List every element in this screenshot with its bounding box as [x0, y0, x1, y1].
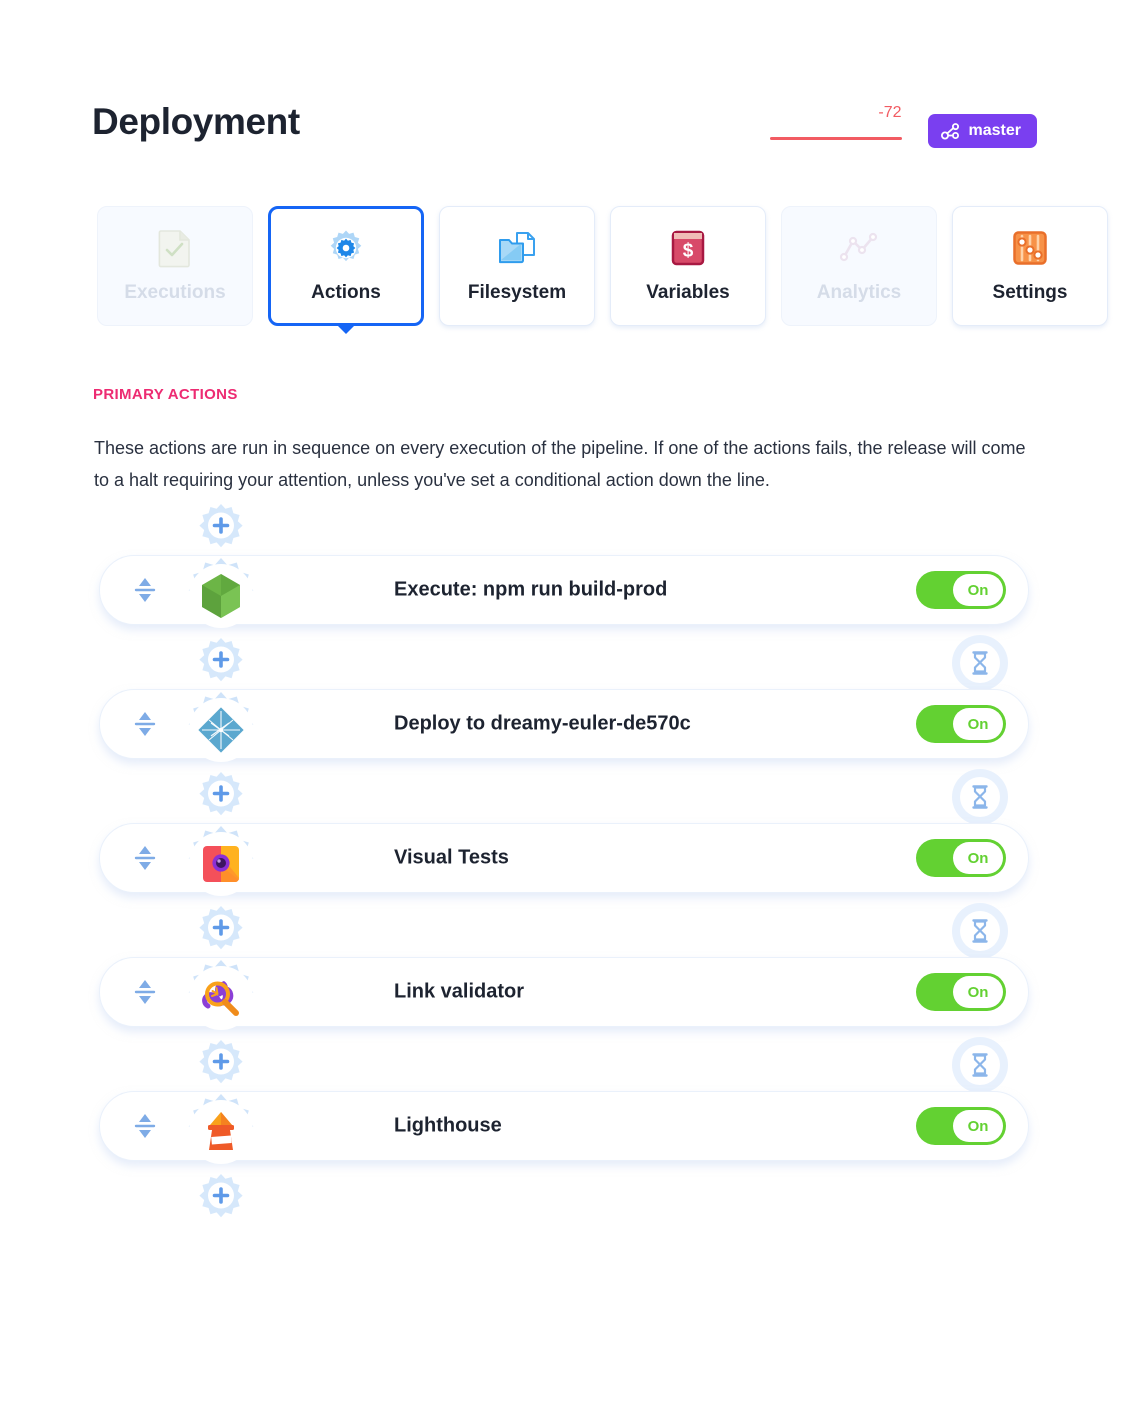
pipeline-connector [0, 1037, 1129, 1093]
hourglass-icon [960, 777, 1000, 817]
tab-settings[interactable]: Settings [952, 206, 1108, 326]
action-toggle[interactable]: On [916, 973, 1006, 1011]
drag-handle-icon[interactable] [132, 709, 158, 739]
drag-handle-icon[interactable] [132, 843, 158, 873]
tab-label: Variables [646, 282, 730, 303]
action-row: Visual Tests On [0, 823, 1129, 905]
tab-label: Settings [992, 282, 1068, 303]
branch-label: master [968, 122, 1021, 139]
document-check-icon [155, 228, 195, 268]
tab-label: Executions [124, 282, 226, 303]
add-action-button[interactable] [194, 1172, 248, 1226]
tab-executions[interactable]: Executions [97, 206, 253, 326]
dollar-window-icon: $ [668, 228, 708, 268]
action-row: Link validator On [0, 957, 1129, 1039]
tab-variables[interactable]: $ Variables [610, 206, 766, 326]
hourglass-icon [960, 1045, 1000, 1085]
action-icon-holder [180, 689, 262, 771]
action-label: Lighthouse [394, 1114, 502, 1137]
header-right-group: -72 master [769, 98, 1037, 148]
action-icon-holder [180, 957, 262, 1039]
action-toggle[interactable]: On [916, 1107, 1006, 1145]
actions-pipeline: Execute: npm run build-prod On Deploy to… [0, 503, 1129, 1225]
nodejs-hexagon-icon [190, 565, 252, 627]
action-icon-holder [180, 823, 262, 905]
action-icon-holder [180, 555, 262, 637]
tab-label: Actions [311, 282, 381, 303]
tab-label: Filesystem [467, 282, 567, 303]
wait-condition-button[interactable] [952, 769, 1008, 825]
action-row: Lighthouse On [0, 1091, 1129, 1173]
section-label: PRIMARY ACTIONS [93, 386, 238, 403]
action-label: Visual Tests [394, 846, 509, 869]
lighthouse-icon [190, 1101, 252, 1163]
pipeline-connector [0, 1173, 1129, 1225]
sliders-icon [1010, 228, 1050, 268]
action-row: Deploy to dreamy-euler-de570c On [0, 689, 1129, 771]
add-action-button[interactable] [194, 1038, 248, 1092]
tab-analytics[interactable]: Analytics [781, 206, 937, 326]
wait-condition-button[interactable] [952, 1037, 1008, 1093]
pipeline-connector [0, 503, 1129, 555]
tab-filesystem[interactable]: Filesystem [439, 206, 595, 326]
action-row: Execute: npm run build-prod On [0, 555, 1129, 637]
action-icon-holder [180, 1091, 262, 1173]
action-toggle[interactable]: On [916, 705, 1006, 743]
pipeline-connector [0, 903, 1129, 959]
drag-handle-icon[interactable] [132, 1111, 158, 1141]
svg-text:$: $ [683, 241, 694, 262]
action-label: Execute: npm run build-prod [394, 578, 668, 601]
tab-actions[interactable]: Actions [268, 206, 424, 326]
page-header: Deployment -72 master [92, 96, 1037, 158]
netlify-diamond-icon [190, 699, 252, 761]
branch-icon [940, 122, 960, 140]
tab-bar: Executions Actions Filesystem $ Variable… [97, 206, 1108, 326]
percy-camera-icon [190, 833, 252, 895]
toggle-knob: On [953, 708, 1003, 740]
wait-condition-button[interactable] [952, 903, 1008, 959]
trend-line [769, 137, 902, 140]
magnifier-links-icon [190, 967, 252, 1029]
page-title: Deployment [92, 101, 300, 142]
toggle-knob: On [953, 574, 1003, 606]
action-label: Deploy to dreamy-euler-de570c [394, 712, 691, 735]
gear-icon [326, 228, 366, 268]
folder-files-icon [497, 228, 537, 268]
pipeline-connector [0, 769, 1129, 825]
drag-handle-icon[interactable] [132, 575, 158, 605]
toggle-knob: On [953, 842, 1003, 874]
add-action-button[interactable] [194, 904, 248, 958]
add-action-button[interactable] [194, 770, 248, 824]
add-action-button[interactable] [194, 502, 248, 556]
hourglass-icon [960, 643, 1000, 683]
deployment-page: Deployment -72 master Executions Actions… [0, 0, 1129, 1418]
trend-indicator: -72 [769, 98, 902, 148]
action-toggle[interactable]: On [916, 571, 1006, 609]
pipeline-connector [0, 635, 1129, 691]
hourglass-icon [960, 911, 1000, 951]
line-chart-icon [839, 228, 879, 268]
section-description: These actions are run in sequence on eve… [94, 438, 1026, 490]
tab-label: Analytics [816, 282, 902, 303]
trend-value: -72 [878, 104, 902, 121]
action-toggle[interactable]: On [916, 839, 1006, 877]
branch-badge[interactable]: master [927, 114, 1037, 148]
drag-handle-icon[interactable] [132, 977, 158, 1007]
add-action-button[interactable] [194, 636, 248, 690]
wait-condition-button[interactable] [952, 635, 1008, 691]
toggle-knob: On [953, 976, 1003, 1008]
toggle-knob: On [953, 1110, 1003, 1142]
action-label: Link validator [394, 980, 525, 1003]
